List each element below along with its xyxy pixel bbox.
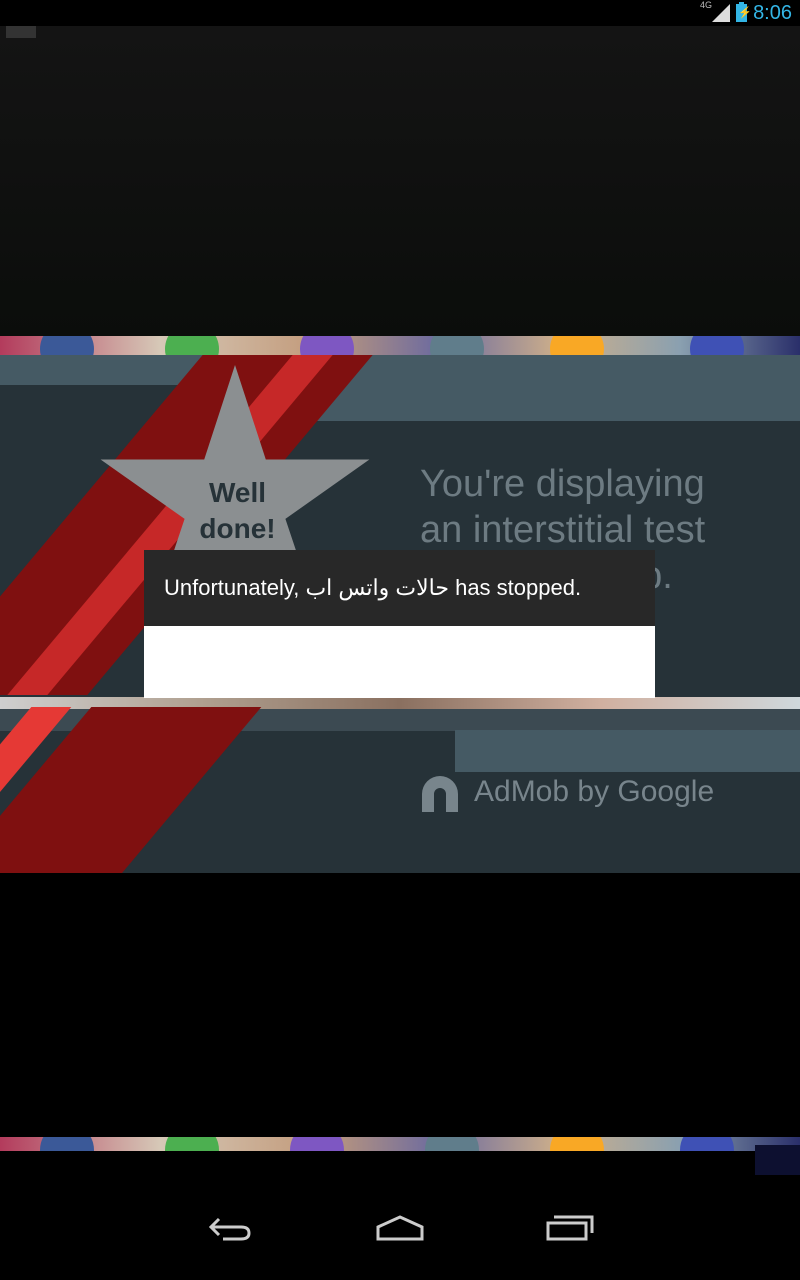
- viber-icon: [300, 336, 354, 356]
- corner-fragment: [755, 1145, 800, 1175]
- home-icon: [376, 1214, 424, 1240]
- facebook-icon: [40, 1137, 94, 1151]
- back-button[interactable]: [195, 1205, 265, 1250]
- dialog-ok-button[interactable]: [144, 626, 655, 698]
- status-bar: 4G ⚡ 8:06: [0, 0, 800, 26]
- app-icons-strip-top: [0, 336, 800, 356]
- whatsapp-icon: [165, 336, 219, 356]
- navigation-bar: [0, 1175, 800, 1280]
- note-icon: [430, 336, 484, 356]
- viber-icon: [290, 1137, 344, 1151]
- clock: 8:06: [753, 1, 792, 24]
- admob-footer: AdMob by Google: [474, 775, 715, 808]
- dialog-message: Unfortunately, حالات واتس اب has stopped…: [144, 550, 655, 626]
- app-background: [0, 26, 800, 336]
- app-icons-strip-bottom: [0, 1137, 800, 1151]
- battery-icon: ⚡: [736, 2, 752, 22]
- admob-logo-icon: [422, 776, 458, 812]
- recents-button[interactable]: [535, 1205, 605, 1250]
- back-icon: [208, 1217, 251, 1240]
- star-badge-text: Well done!: [199, 477, 276, 544]
- ad-band: [455, 730, 800, 772]
- ad-text-line: an interstitial test: [420, 509, 706, 551]
- note-icon: [425, 1137, 479, 1151]
- ad-text-line: You're displaying: [420, 463, 705, 505]
- share-icon: [550, 336, 604, 356]
- close-icon[interactable]: [6, 26, 36, 38]
- recents-icon: [546, 1215, 594, 1240]
- mail-icon: [680, 1137, 734, 1151]
- network-type: 4G: [699, 0, 712, 10]
- share-icon: [550, 1137, 604, 1151]
- signal-icon: [712, 4, 731, 22]
- crash-dialog: Unfortunately, حالات واتس اب has stopped…: [144, 550, 655, 698]
- home-button[interactable]: [365, 1205, 435, 1250]
- whatsapp-icon: [165, 1137, 219, 1151]
- mail-icon: [690, 336, 744, 356]
- facebook-icon: [40, 336, 94, 356]
